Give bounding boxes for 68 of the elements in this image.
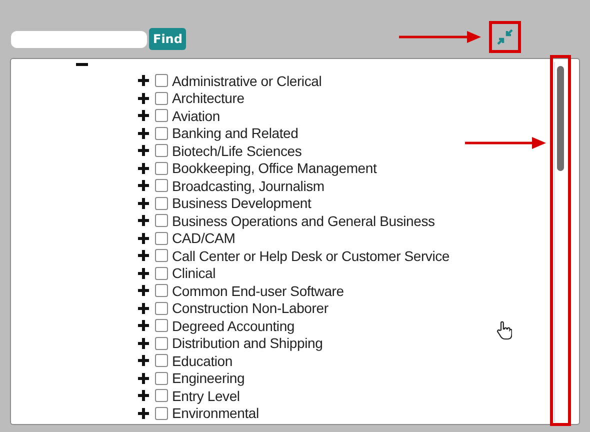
plus-icon[interactable] <box>138 372 149 384</box>
plus-icon[interactable] <box>138 180 149 192</box>
plus-icon[interactable] <box>138 320 149 332</box>
checkbox[interactable] <box>155 232 168 245</box>
highlight-frame <box>489 21 521 53</box>
checkbox[interactable] <box>155 319 168 332</box>
checkbox[interactable] <box>155 162 168 175</box>
category-label[interactable]: Common End-user Software <box>172 282 344 299</box>
category-label[interactable]: Administrative or Clerical <box>172 72 322 89</box>
scrollbar-track[interactable] <box>554 62 566 422</box>
checkbox[interactable] <box>155 249 168 262</box>
checkbox[interactable] <box>155 109 168 122</box>
checkbox[interactable] <box>155 266 168 280</box>
collapse-all-toggle[interactable] <box>76 63 88 66</box>
plus-icon[interactable] <box>138 162 149 174</box>
checkbox[interactable] <box>155 336 168 350</box>
plus-icon[interactable] <box>138 232 149 244</box>
category-label[interactable]: Construction Non-Laborer <box>172 300 328 316</box>
checkbox[interactable] <box>155 144 168 158</box>
category-label[interactable]: CAD/CAM <box>172 230 236 246</box>
checkbox[interactable] <box>155 354 168 368</box>
checkbox[interactable] <box>155 302 168 315</box>
checkbox[interactable] <box>155 284 168 298</box>
category-label[interactable]: Banking and Related <box>172 125 298 142</box>
category-label[interactable]: Clinical <box>172 265 216 282</box>
checkbox[interactable] <box>155 196 168 210</box>
category-label[interactable]: Business Operations and General Business <box>172 212 435 229</box>
checkbox[interactable] <box>155 74 168 88</box>
plus-icon[interactable] <box>138 268 149 279</box>
category-label[interactable]: Entry Level <box>172 388 240 404</box>
checkbox[interactable] <box>155 92 168 105</box>
category-label[interactable]: Degreed Accounting <box>172 318 294 334</box>
plus-icon[interactable] <box>138 338 149 349</box>
category-label[interactable]: Bookkeeping, Office Management <box>172 160 377 176</box>
find-button[interactable]: Find <box>149 28 186 50</box>
category-label[interactable]: Aviation <box>172 108 220 124</box>
plus-icon[interactable] <box>138 302 149 314</box>
plus-icon[interactable] <box>138 110 149 122</box>
plus-icon[interactable] <box>138 128 149 139</box>
category-label[interactable]: Call Center or Help Desk or Customer Service <box>172 248 450 264</box>
category-label[interactable]: Distribution and Shipping <box>172 335 323 352</box>
category-label[interactable]: Engineering <box>172 370 245 386</box>
checkbox[interactable] <box>155 179 168 192</box>
plus-icon[interactable] <box>138 198 149 209</box>
plus-icon[interactable] <box>138 250 149 262</box>
plus-icon[interactable] <box>138 92 149 104</box>
scrollbar-thumb[interactable] <box>557 66 564 171</box>
checkbox[interactable] <box>155 389 168 402</box>
category-label[interactable]: Education <box>172 352 232 369</box>
plus-icon[interactable] <box>138 145 149 156</box>
checkbox[interactable] <box>155 214 168 228</box>
checkbox[interactable] <box>155 406 168 420</box>
search-field[interactable] <box>11 30 147 48</box>
category-label[interactable]: Business Development <box>172 195 312 212</box>
plus-icon[interactable] <box>138 390 149 402</box>
plus-icon[interactable] <box>138 215 149 226</box>
plus-icon[interactable] <box>138 75 149 86</box>
checkbox[interactable] <box>155 372 168 385</box>
category-label[interactable]: Architecture <box>172 90 244 106</box>
plus-icon[interactable] <box>138 355 149 366</box>
checkbox[interactable] <box>155 126 168 140</box>
collapse-icon[interactable] <box>497 29 513 45</box>
hand-cursor-icon <box>497 321 512 340</box>
plus-icon[interactable] <box>138 408 149 419</box>
category-label[interactable]: Environmental <box>172 405 259 422</box>
category-label[interactable]: Broadcasting, Journalism <box>172 178 324 194</box>
category-label[interactable]: Biotech/Life Sciences <box>172 142 302 159</box>
plus-icon[interactable] <box>138 285 149 296</box>
